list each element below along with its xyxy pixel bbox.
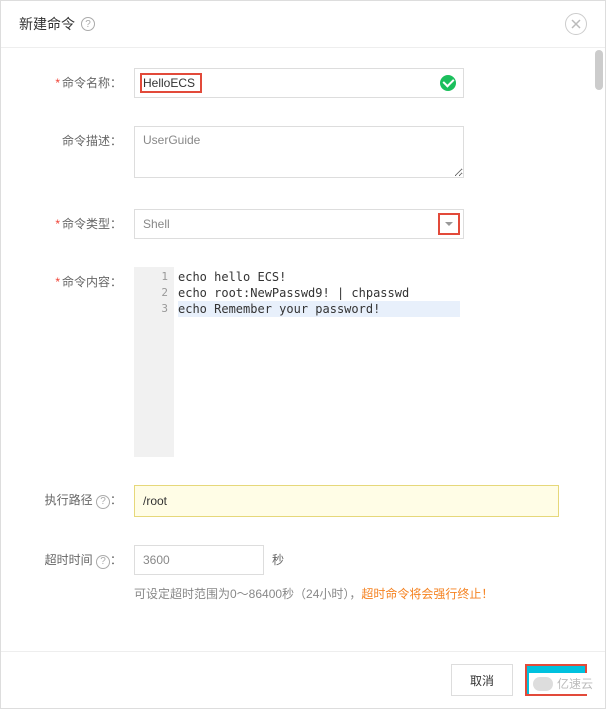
chevron-down-icon[interactable] [438,213,460,235]
label-exec-path: 执行路径 ?： [19,485,134,509]
required-star: * [55,76,60,90]
code-line: echo hello ECS! [178,269,460,285]
row-command-content: *命令内容： 1 2 3 echo hello ECS! echo root:N… [19,267,587,457]
help-icon[interactable]: ? [81,17,95,31]
row-exec-path: 执行路径 ?： [19,485,587,517]
row-command-desc: 命令描述： UserGuide [19,126,587,181]
cloud-icon [533,677,553,691]
watermark: 亿速云 [529,673,597,694]
timeout-hint: 可设定超时范围为0～86400秒（24小时），超时命令将会强行终止！ [134,585,565,602]
cancel-button[interactable]: 取消 [451,664,513,696]
label-command-desc: 命令描述： [19,126,134,149]
command-name-input[interactable] [134,68,464,98]
help-icon[interactable]: ? [96,555,110,569]
modal-title: 新建命令 ? [19,14,95,34]
command-content-editor[interactable]: 1 2 3 echo hello ECS! echo root:NewPassw… [134,267,464,457]
label-timeout: 超时时间 ?： [19,545,134,569]
command-type-select[interactable] [134,209,464,239]
modal-title-text: 新建命令 [19,14,75,34]
row-command-name: *命令名称： [19,68,587,98]
close-icon[interactable] [565,13,587,35]
editor-lines: echo hello ECS! echo root:NewPasswd9! | … [174,267,464,319]
row-timeout: 超时时间 ?： 秒 可设定超时范围为0～86400秒（24小时），超时命令将会强… [19,545,587,602]
timeout-input[interactable] [134,545,264,575]
watermark-text: 亿速云 [557,675,593,692]
modal-body: *命令名称： 命令描述： UserGuide *命令类型： [1,47,605,651]
timeout-unit: 秒 [272,545,284,575]
help-icon[interactable]: ? [96,495,110,509]
check-icon [440,75,456,91]
command-desc-input[interactable]: UserGuide [134,126,464,178]
create-command-modal: 新建命令 ? *命令名称： 命令描述： [0,0,606,709]
exec-path-input[interactable] [134,485,559,517]
modal-header: 新建命令 ? [1,1,605,47]
modal-footer: 取消 [1,651,605,708]
required-star: * [55,217,60,231]
row-command-type: *命令类型： [19,209,587,239]
required-star: * [55,275,60,289]
code-line: echo Remember your password! [178,301,460,317]
editor-gutter: 1 2 3 [134,267,174,317]
label-command-name: *命令名称： [19,68,134,91]
label-command-type: *命令类型： [19,209,134,232]
scrollbar[interactable] [595,50,603,90]
label-command-content: *命令内容： [19,267,134,290]
code-line: echo root:NewPasswd9! | chpasswd [178,285,460,301]
